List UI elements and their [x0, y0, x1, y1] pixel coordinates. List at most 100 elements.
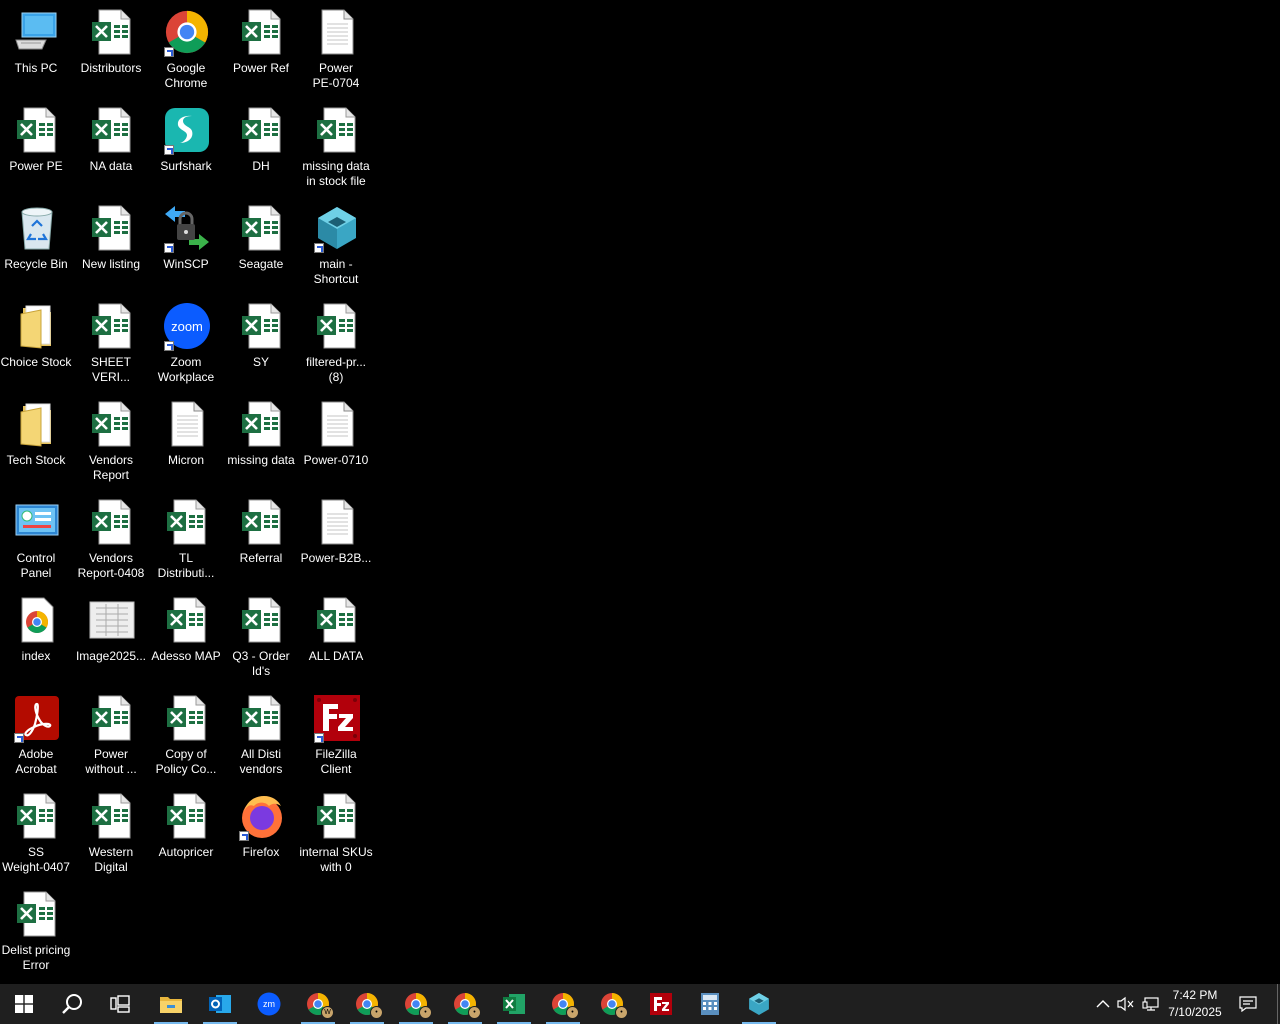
- excel-icon: [238, 399, 286, 449]
- desktop-icon-power-b2b[interactable]: Power-B2B...: [300, 492, 374, 588]
- excel-icon: [238, 693, 286, 743]
- taskbar-main-app-button[interactable]: [735, 984, 783, 1024]
- desktop-icon-power-pe[interactable]: Power PE: [0, 100, 74, 196]
- desktop-icon-label: Autopricer: [158, 845, 214, 859]
- taskbar-start-button[interactable]: [0, 984, 48, 1024]
- desktop-icon-zoom-workplace[interactable]: zoom Zoom Workplace: [150, 296, 224, 392]
- profile-badge: •: [468, 1006, 481, 1019]
- desktop-icon-label: WinSCP: [163, 257, 209, 271]
- desktop-icon-delist-pricing-error[interactable]: Delist pricing Error: [0, 884, 74, 980]
- desktop-icon-na-data[interactable]: NA data: [75, 100, 149, 196]
- taskbar-task-view-button[interactable]: [96, 984, 144, 1024]
- desktop-icon-western-digital[interactable]: Western Digital: [75, 786, 149, 882]
- main-icon: [313, 203, 361, 253]
- excel-icon: [313, 301, 361, 351]
- desktop-icon-index[interactable]: index: [0, 590, 74, 686]
- desktop-icon-vendors-report[interactable]: Vendors Report: [75, 394, 149, 490]
- desktop-icon-image2025[interactable]: Image2025...: [75, 590, 149, 686]
- show-hidden-icons-button[interactable]: [1092, 984, 1114, 1024]
- desktop-icon-all-data[interactable]: ALL DATA: [300, 590, 374, 686]
- desktop-icon-all-disti-vendors[interactable]: All Disti vendors: [225, 688, 299, 784]
- filezilla-icon: [649, 992, 673, 1016]
- chevron-up-icon: [1096, 1000, 1110, 1008]
- taskbar-filezilla-button[interactable]: [637, 984, 685, 1024]
- desktop-icon-adobe-acrobat[interactable]: Adobe Acrobat: [0, 688, 74, 784]
- show-desktop-button[interactable]: [1274, 984, 1280, 1024]
- search-icon: [61, 993, 83, 1015]
- desktop-icon-ss-weight-0407[interactable]: SS Weight-0407: [0, 786, 74, 882]
- taskbar-chrome-profile-5-button[interactable]: •: [539, 984, 587, 1024]
- network-icon: [1142, 997, 1159, 1011]
- desktop-icon-adesso-map[interactable]: Adesso MAP: [150, 590, 224, 686]
- taskbar-chrome-profile-2-button[interactable]: •: [343, 984, 391, 1024]
- shortcut-arrow-icon: [164, 341, 174, 351]
- excel-icon: [502, 993, 526, 1015]
- volume-muted-icon: [1117, 996, 1134, 1012]
- desktop-icon-power-pe-0704[interactable]: Power PE-0704: [300, 2, 374, 98]
- desktop-icon-winscp[interactable]: WinSCP: [150, 198, 224, 294]
- desktop-icon-q3-order-id-s[interactable]: Q3 - Order Id's: [225, 590, 299, 686]
- network-button[interactable]: [1140, 984, 1162, 1024]
- bin-icon: [13, 203, 61, 253]
- clock[interactable]: 7:42 PM 7/10/2025: [1160, 984, 1230, 1024]
- desktop-icon-autopricer[interactable]: Autopricer: [150, 786, 224, 882]
- profile-badge: •: [615, 1006, 628, 1019]
- desktop-icon-micron[interactable]: Micron: [150, 394, 224, 490]
- desktop-icon-main-shortcut[interactable]: main - Shortcut: [300, 198, 374, 294]
- volume-button[interactable]: [1115, 984, 1137, 1024]
- taskbar-zoom-button[interactable]: zm: [245, 984, 293, 1024]
- chrome-icon: [163, 7, 211, 57]
- notifications-button[interactable]: [1236, 984, 1260, 1024]
- desktop-icon-label: NA data: [89, 159, 133, 173]
- taskbar-outlook-button[interactable]: [196, 984, 244, 1024]
- taskbar-chrome-profile-3-button[interactable]: •: [392, 984, 440, 1024]
- desktop-icon-power-0710[interactable]: Power-0710: [300, 394, 374, 490]
- desktop-icon-copy-of-policy-co[interactable]: Copy of Policy Co...: [150, 688, 224, 784]
- taskbar-calculator-button[interactable]: [686, 984, 734, 1024]
- desktop-icon-missing-data[interactable]: missing data: [225, 394, 299, 490]
- desktop-icon-referral[interactable]: Referral: [225, 492, 299, 588]
- desktop-icon-seagate[interactable]: Seagate: [225, 198, 299, 294]
- zoom-icon: zm: [257, 992, 281, 1016]
- desktop-icon-sy[interactable]: SY: [225, 296, 299, 392]
- desktop-icon-dh[interactable]: DH: [225, 100, 299, 196]
- desktop-icon-filtered-pr-8[interactable]: filtered-pr... (8): [300, 296, 374, 392]
- desktop-icon-power-ref[interactable]: Power Ref: [225, 2, 299, 98]
- desktop-icon-label: ALL DATA: [308, 649, 364, 663]
- desktop-icon-firefox[interactable]: Firefox: [225, 786, 299, 882]
- taskbar-file-explorer-button[interactable]: [147, 984, 195, 1024]
- desktop-icon-vendors-report-0408[interactable]: Vendors Report-0408: [75, 492, 149, 588]
- desktop-icon-sheet-veri[interactable]: SHEET VERI...: [75, 296, 149, 392]
- desktop-icon-choice-stock[interactable]: Choice Stock: [0, 296, 74, 392]
- desktop-icon-surfshark[interactable]: Surfshark: [150, 100, 224, 196]
- desktop-icon-missing-data-in-stock-file[interactable]: missing data in stock file: [300, 100, 374, 196]
- desktop-icon-internal-skus-with-0[interactable]: internal SKUs with 0: [299, 786, 374, 882]
- desktop-icon-distributors[interactable]: Distributors: [75, 2, 149, 98]
- excel-icon: [13, 889, 61, 939]
- desktop-icon-power-without[interactable]: Power without ...: [75, 688, 149, 784]
- desktop-icon-tl-distributi[interactable]: TL Distributi...: [150, 492, 224, 588]
- desktop-icon-label: Power Ref: [232, 61, 290, 75]
- excel-icon: [88, 497, 136, 547]
- show-desktop-divider: [1276, 984, 1278, 1024]
- taskbar-excel-button[interactable]: [490, 984, 538, 1024]
- desktop-icon-filezilla-client[interactable]: FileZilla Client: [300, 688, 374, 784]
- desktop-icon-this-pc[interactable]: This PC: [0, 2, 74, 98]
- desktop-icon-label: Vendors Report: [88, 453, 134, 482]
- taskbar-chrome-profile-4-button[interactable]: •: [441, 984, 489, 1024]
- desktop-icon-label: Tech Stock: [6, 453, 66, 467]
- desktop-icon-google-chrome[interactable]: Google Chrome: [150, 2, 224, 98]
- desktop-icon-label: Power PE-0704: [312, 61, 360, 90]
- taskbar-chrome-profile-w-button[interactable]: W: [294, 984, 342, 1024]
- desktop-icon-label: Zoom Workplace: [157, 355, 215, 384]
- desktop-icon-control-panel[interactable]: Control Panel: [0, 492, 74, 588]
- desktop-icon-tech-stock[interactable]: Tech Stock: [0, 394, 74, 490]
- taskbar-search-button[interactable]: [48, 984, 96, 1024]
- desktop-icon-label: internal SKUs with 0: [299, 845, 373, 874]
- taskbar-chrome-profile-6-button[interactable]: •: [588, 984, 636, 1024]
- desktop-icon-new-listing[interactable]: New listing: [75, 198, 149, 294]
- desktop-icon-label: TL Distributi...: [157, 551, 215, 580]
- desktop-icon-recycle-bin[interactable]: Recycle Bin: [0, 198, 74, 294]
- desktop-icon-label: All Disti vendors: [239, 747, 283, 776]
- pc-icon: [13, 7, 61, 57]
